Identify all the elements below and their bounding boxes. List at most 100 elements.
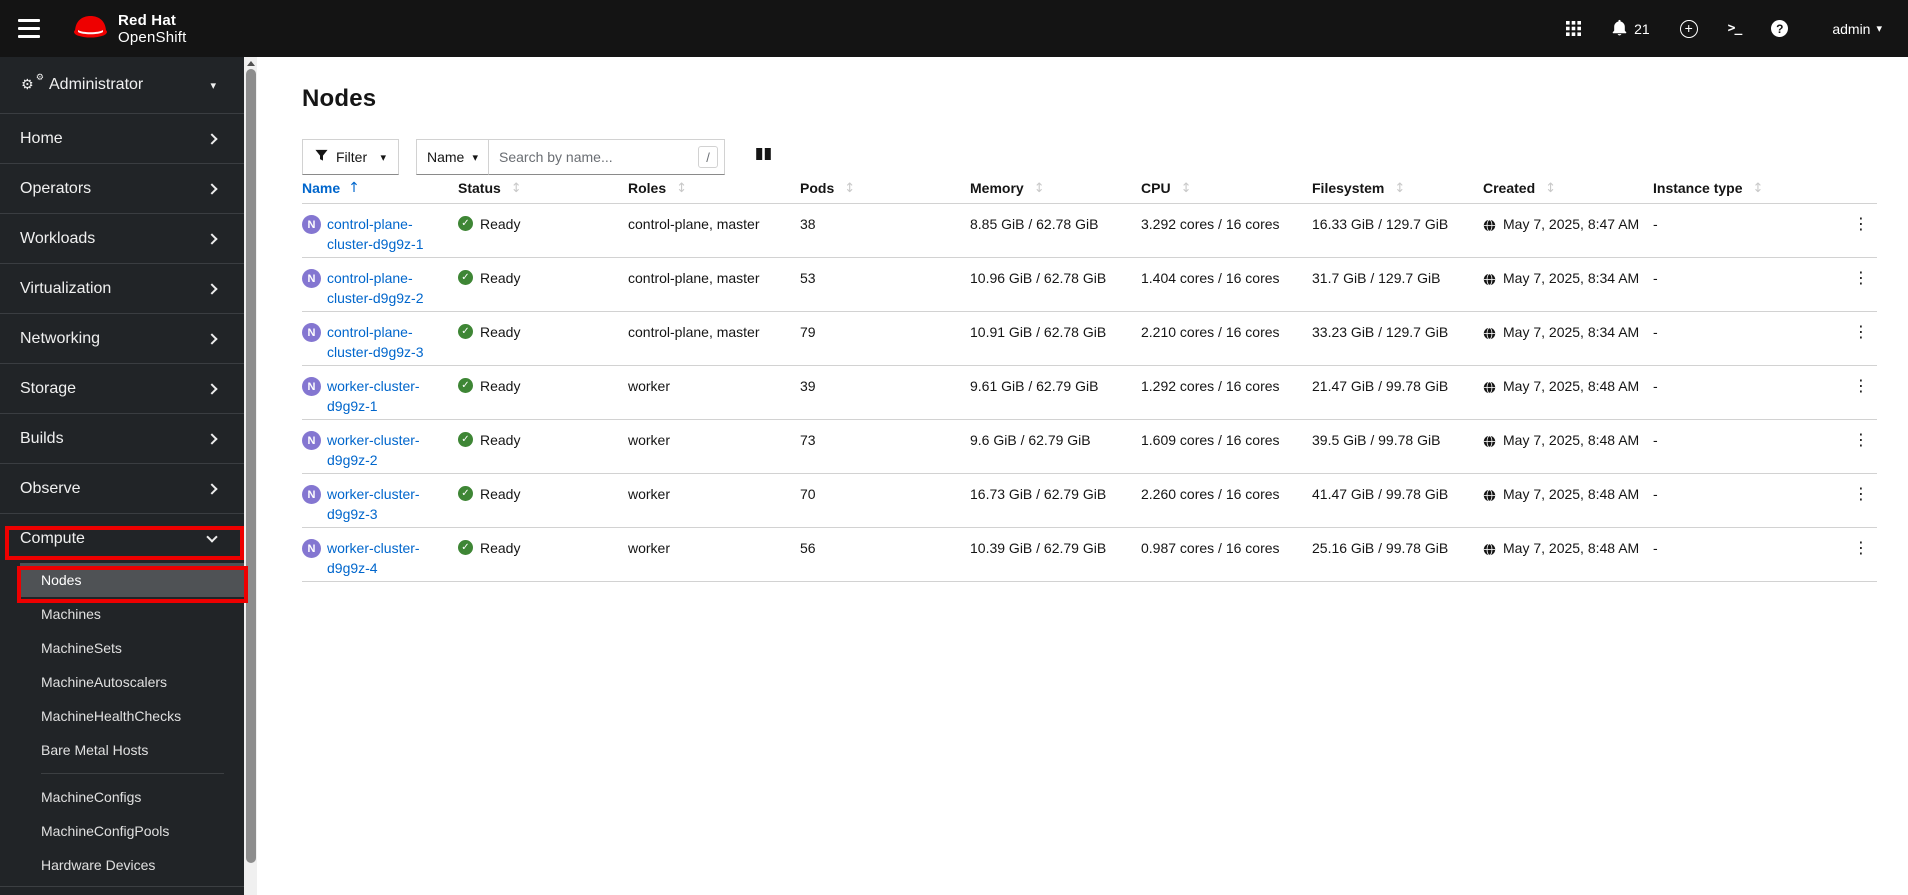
search-field-wrap: / bbox=[488, 139, 725, 175]
sort-icon[interactable]: ↕ bbox=[844, 181, 855, 196]
sort-ascending-icon[interactable]: ↑ bbox=[348, 180, 360, 196]
cpu-cell: 1.292 cores / 16 cores bbox=[1141, 378, 1280, 394]
main-content: Nodes Filter ▾ Name ▾ / Name↑ Status↕ Ro… bbox=[257, 57, 1908, 895]
kebab-menu-icon[interactable]: ⋮ bbox=[1845, 430, 1877, 450]
sort-icon[interactable]: ↕ bbox=[1752, 181, 1763, 196]
node-badge: N bbox=[302, 269, 321, 288]
app-launcher-grid-icon[interactable] bbox=[1566, 21, 1582, 36]
instance-type-cell: - bbox=[1653, 486, 1658, 502]
sidebar-item-machines[interactable]: Machines bbox=[0, 597, 244, 631]
node-badge: N bbox=[302, 485, 321, 504]
brand-logo[interactable]: Red Hat OpenShift bbox=[72, 12, 187, 46]
scrollbar-up-arrow[interactable] bbox=[246, 61, 255, 66]
column-header-pods[interactable]: Pods ↕ bbox=[800, 180, 970, 196]
ready-check-icon: ✓ bbox=[458, 216, 473, 231]
plus-circle-icon: + bbox=[1679, 19, 1698, 38]
scrollbar-thumb[interactable] bbox=[245, 69, 256, 863]
ready-check-icon: ✓ bbox=[458, 378, 473, 393]
instance-type-cell: - bbox=[1653, 324, 1658, 340]
kebab-menu-icon[interactable]: ⋮ bbox=[1845, 268, 1877, 288]
perspective-switcher[interactable]: ⚙ ⚙ Administrator ▾ bbox=[0, 57, 244, 113]
created-text: May 7, 2025, 8:48 AM bbox=[1503, 378, 1640, 394]
kebab-menu-icon[interactable]: ⋮ bbox=[1845, 214, 1877, 234]
sort-icon[interactable]: ↕ bbox=[1034, 181, 1045, 196]
sidebar-item-workloads[interactable]: Workloads bbox=[0, 213, 244, 263]
pods-cell: 39 bbox=[800, 378, 816, 394]
sidebar-scrollbar[interactable] bbox=[244, 57, 257, 895]
sidebar-item-machineconfigpools[interactable]: MachineConfigPools bbox=[0, 814, 244, 848]
roles-cell: control-plane, master bbox=[628, 270, 760, 286]
sidebar-item-hardware-devices[interactable]: Hardware Devices bbox=[0, 848, 244, 882]
globe-icon bbox=[1483, 487, 1496, 507]
terminal-icon: >_ bbox=[1727, 21, 1743, 36]
roles-cell: control-plane, master bbox=[628, 216, 760, 232]
status-text: Ready bbox=[480, 432, 521, 448]
username: admin bbox=[1832, 20, 1871, 37]
column-header-roles[interactable]: Roles ↕ bbox=[628, 180, 800, 196]
column-header-name[interactable]: Name ↑ bbox=[302, 180, 458, 196]
sidebar-item-observe[interactable]: Observe bbox=[0, 463, 244, 513]
sidebar-item-networking[interactable]: Networking bbox=[0, 313, 244, 363]
kebab-menu-icon[interactable]: ⋮ bbox=[1845, 538, 1877, 558]
node-link[interactable]: worker-cluster-d9g9z-2 bbox=[327, 430, 446, 470]
node-link[interactable]: control-plane-cluster-d9g9z-2 bbox=[327, 268, 446, 308]
nav-toggle-hamburger-icon[interactable] bbox=[18, 19, 42, 38]
perspective-label: Administrator bbox=[49, 76, 144, 93]
sidebar-item-bare-metal-hosts[interactable]: Bare Metal Hosts bbox=[0, 733, 244, 767]
column-header-filesystem[interactable]: Filesystem ↕ bbox=[1312, 180, 1483, 196]
chevron-right-icon bbox=[206, 232, 218, 245]
node-link[interactable]: control-plane-cluster-d9g9z-1 bbox=[327, 214, 446, 254]
column-header-status[interactable]: Status ↕ bbox=[458, 180, 628, 196]
sidebar-item-compute[interactable]: Compute bbox=[0, 513, 244, 563]
kebab-menu-icon[interactable]: ⋮ bbox=[1845, 376, 1877, 396]
sidebar-item-machineconfigs[interactable]: MachineConfigs bbox=[0, 780, 244, 814]
sidebar-item-nodes[interactable]: Nodes bbox=[20, 563, 244, 597]
globe-icon bbox=[1483, 541, 1496, 561]
sort-icon[interactable]: ↕ bbox=[511, 181, 522, 196]
kebab-menu-icon[interactable]: ⋮ bbox=[1845, 322, 1877, 342]
roles-cell: worker bbox=[628, 540, 671, 556]
chevron-right-icon bbox=[206, 132, 218, 145]
sidebar-item-machinesets[interactable]: MachineSets bbox=[0, 631, 244, 665]
pods-cell: 53 bbox=[800, 270, 816, 286]
sort-icon[interactable]: ↕ bbox=[1545, 181, 1556, 196]
node-link[interactable]: worker-cluster-d9g9z-3 bbox=[327, 484, 446, 524]
node-link[interactable]: worker-cluster-d9g9z-1 bbox=[327, 376, 446, 416]
sidebar-item-builds[interactable]: Builds bbox=[0, 413, 244, 463]
sidebar-item-virtualization[interactable]: Virtualization bbox=[0, 263, 244, 313]
sidebar-item-machinehealthchecks[interactable]: MachineHealthChecks bbox=[0, 699, 244, 733]
table-header: Name ↑ Status ↕ Roles ↕ Pods ↕ Memory ↕ CPU ↕ … bbox=[302, 177, 1877, 204]
column-header-cpu[interactable]: CPU ↕ bbox=[1141, 180, 1312, 196]
column-header-memory[interactable]: Memory ↕ bbox=[970, 180, 1141, 196]
node-link[interactable]: worker-cluster-d9g9z-4 bbox=[327, 538, 446, 578]
notifications-button[interactable]: 21 bbox=[1611, 19, 1650, 39]
user-menu[interactable]: admin ▾ bbox=[1832, 21, 1882, 37]
sidebar-item-machineautoscalers[interactable]: MachineAutoscalers bbox=[0, 665, 244, 699]
search-input[interactable] bbox=[488, 139, 725, 175]
web-terminal-button[interactable]: >_ bbox=[1727, 21, 1743, 36]
sidebar-item-home[interactable]: Home bbox=[0, 113, 244, 163]
column-header-created[interactable]: Created ↕ bbox=[1483, 180, 1653, 196]
sort-icon[interactable]: ↕ bbox=[676, 181, 687, 196]
kebab-menu-icon[interactable]: ⋮ bbox=[1845, 484, 1877, 504]
sort-icon[interactable]: ↕ bbox=[1394, 181, 1405, 196]
filter-dropdown[interactable]: Filter ▾ bbox=[302, 139, 399, 175]
filesystem-cell: 25.16 GiB / 99.78 GiB bbox=[1312, 540, 1449, 556]
sidebar-item-operators[interactable]: Operators bbox=[0, 163, 244, 213]
column-header-actions bbox=[1845, 180, 1877, 196]
ready-check-icon: ✓ bbox=[458, 540, 473, 555]
manage-columns-button[interactable] bbox=[755, 146, 772, 165]
status-text: Ready bbox=[480, 378, 521, 394]
search-attribute-select[interactable]: Name ▾ bbox=[416, 139, 489, 175]
sort-icon[interactable]: ↕ bbox=[1181, 181, 1192, 196]
instance-type-cell: - bbox=[1653, 270, 1658, 286]
nodes-table: Name ↑ Status ↕ Roles ↕ Pods ↕ Memory ↕ CPU ↕ … bbox=[302, 177, 1877, 582]
pods-cell: 38 bbox=[800, 216, 816, 232]
sidebar-item-storage[interactable]: Storage bbox=[0, 363, 244, 413]
node-link[interactable]: control-plane-cluster-d9g9z-3 bbox=[327, 322, 446, 362]
help-button[interactable]: ? bbox=[1771, 20, 1789, 37]
import-yaml-button[interactable]: + bbox=[1679, 19, 1698, 38]
column-header-instance-type[interactable]: Instance type ↕ bbox=[1653, 180, 1845, 196]
pods-cell: 73 bbox=[800, 432, 816, 448]
pods-cell: 56 bbox=[800, 540, 816, 556]
